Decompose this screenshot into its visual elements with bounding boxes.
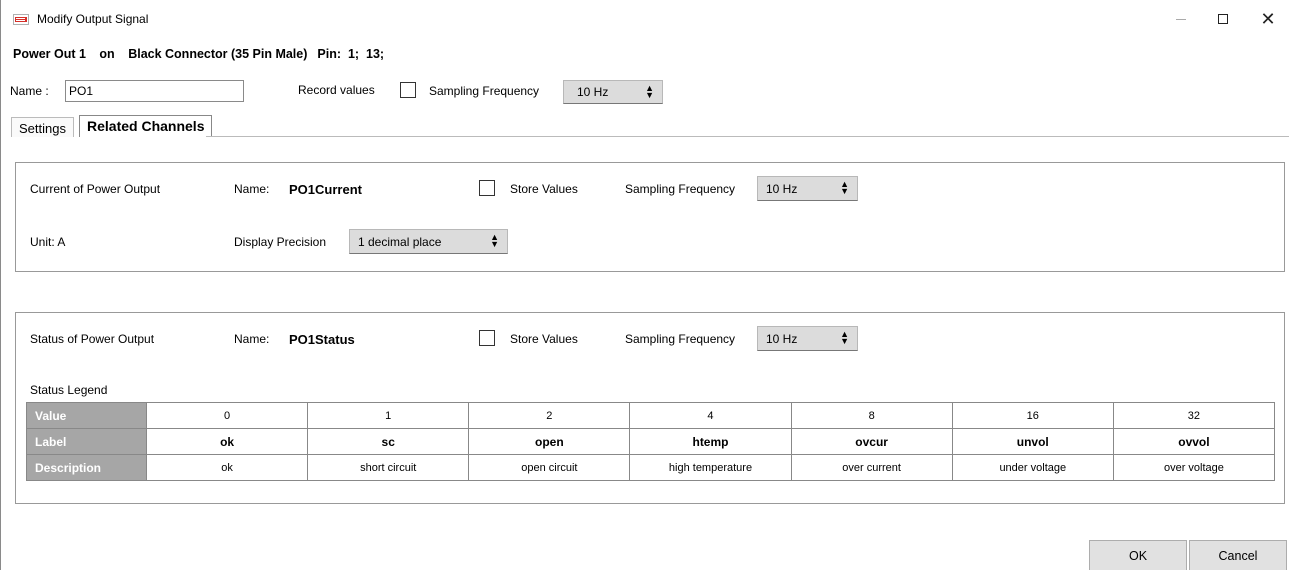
sampling-frequency-label: Sampling Frequency [429,84,540,98]
legend-label-cell: ovcur [790,428,953,455]
updown-arrow-icon: ▲ ▼ [490,232,499,249]
name-input[interactable] [65,80,244,102]
maximize-icon [1218,14,1228,24]
status-sampling-label: Sampling Frequency [625,332,736,346]
legend-value-cell: 16 [951,402,1114,429]
unit-label: Unit: A [30,235,65,249]
legend-value-cell: 0 [145,402,309,429]
current-channel-panel: Current of Power Output Name: PO1Current… [15,162,1285,272]
current-store-values-label: Store Values [510,182,578,196]
legend-description-cell: over current [790,454,953,481]
name-label: Name : [10,84,49,98]
table-row: Value 0 1 2 4 8 16 32 [26,402,1276,429]
legend-value-cell: 1 [307,402,470,429]
status-channel-panel: Status of Power Output Name: PO1Status S… [15,312,1285,504]
updown-arrow-icon: ▲ ▼ [840,179,849,196]
row-header-description: Description [26,454,147,481]
legend-label-cell: ok [145,428,309,455]
legend-label-cell: sc [307,428,470,455]
status-legend-table: Value 0 1 2 4 8 16 32 Label ok sc open h… [26,402,1276,481]
current-panel-title: Current of Power Output [30,182,161,196]
status-name-value: PO1Status [289,332,355,347]
maximize-button[interactable] [1201,4,1245,34]
unit-value: A [57,235,66,249]
table-row: Label ok sc open htemp ovcur unvol ovvol [26,428,1276,455]
minimize-button[interactable] [1159,4,1203,34]
connector-name: Black Connector (35 Pin Male) [128,47,308,61]
minimize-icon [1176,18,1186,20]
legend-description-cell: high temperature [629,454,792,481]
sampling-frequency-select[interactable]: 10 Hz ▲ ▼ [563,80,663,104]
signal-on: on [99,47,115,61]
status-legend-title: Status Legend [30,383,108,397]
tab-settings[interactable]: Settings [11,117,74,137]
legend-description-cell: ok [145,454,309,481]
legend-value-cell: 4 [629,402,792,429]
status-panel-title: Status of Power Output [30,332,155,346]
legend-label-cell: unvol [951,428,1114,455]
record-values-checkbox[interactable] [400,82,416,98]
status-sampling-value: 10 Hz [766,331,798,346]
display-precision-value: 1 decimal place [358,234,442,249]
status-store-values-checkbox[interactable] [479,330,495,346]
current-name-label: Name: [234,182,270,196]
legend-description-cell: over voltage [1112,454,1276,481]
table-row: Description ok short circuit open circui… [26,454,1276,481]
legend-value-cell: 32 [1112,402,1276,429]
title-bar: Modify Output Signal ✕ [1,0,1289,38]
legend-value-cell: 2 [468,402,631,429]
legend-value-cell: 8 [790,402,953,429]
updown-arrow-icon: ▲ ▼ [840,329,849,346]
name-row: Name : Record values Sampling Frequency … [10,80,710,104]
current-store-values-checkbox[interactable] [479,180,495,196]
display-precision-select[interactable]: 1 decimal place ▲ ▼ [349,229,508,254]
row-header-value: Value [26,402,147,429]
status-name-label: Name: [234,332,270,346]
legend-label-cell: htemp [629,428,792,455]
tab-divider [206,136,1289,137]
unit-label-text: Unit: [30,235,55,249]
legend-label-cell: ovvol [1112,428,1276,455]
pin-info: Pin: 1; 13; [317,47,385,61]
current-sampling-label: Sampling Frequency [625,182,736,196]
legend-label-cell: open [468,428,631,455]
modify-output-signal-window: Modify Output Signal ✕ Power Out 1 on Bl… [0,0,1289,570]
sampling-frequency-value: 10 Hz [577,85,609,99]
close-icon: ✕ [1260,8,1276,29]
window-title: Modify Output Signal [37,12,149,26]
row-header-label: Label [26,428,147,455]
signal-header: Power Out 1 on Black Connector (35 Pin M… [13,47,394,61]
current-sampling-select[interactable]: 10 Hz ▲ ▼ [757,176,858,201]
legend-description-cell: open circuit [468,454,631,481]
current-name-value: PO1Current [289,182,362,197]
status-store-values-label: Store Values [510,332,578,346]
display-precision-label: Display Precision [234,235,327,249]
status-sampling-select[interactable]: 10 Hz ▲ ▼ [757,326,858,351]
updown-arrow-icon: ▲ ▼ [645,83,654,100]
ok-button[interactable]: OK [1089,540,1187,570]
app-logo-icon [13,14,29,25]
close-button[interactable]: ✕ [1246,4,1289,34]
legend-description-cell: under voltage [951,454,1114,481]
tab-related-channels[interactable]: Related Channels [79,115,213,137]
signal-name: Power Out 1 [13,47,86,61]
cancel-button[interactable]: Cancel [1189,540,1287,570]
record-values-label: Record values [298,83,375,97]
legend-description-cell: short circuit [307,454,470,481]
current-sampling-value: 10 Hz [766,181,798,196]
